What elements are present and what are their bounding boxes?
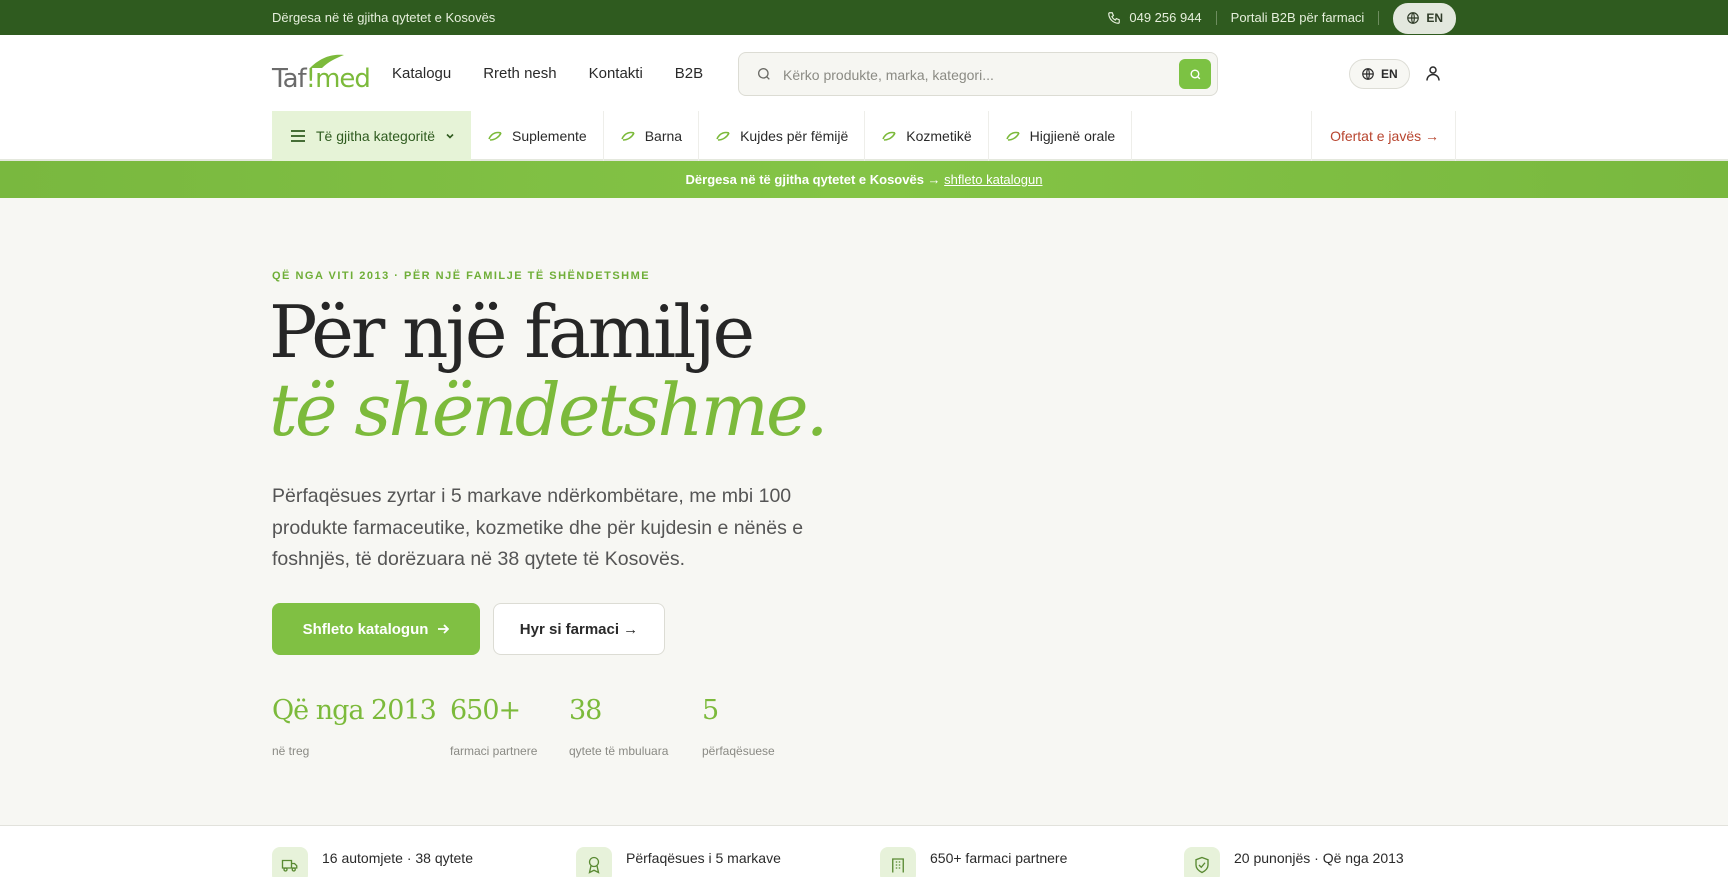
b2b-portal-link[interactable]: Portali B2B për farmaci [1231, 10, 1365, 25]
all-categories-label: Të gjitha kategoritë [316, 128, 436, 144]
stat-item: Që nga 2013 në treg [272, 695, 450, 758]
topbar-phone[interactable]: 049 256 944 [1107, 10, 1202, 25]
topbar-language-label: EN [1426, 11, 1443, 25]
nav-b2b[interactable]: B2B [675, 65, 703, 82]
category-kujdes-per-femije[interactable]: Kujdes për fëmijë [699, 111, 866, 161]
divider [1378, 10, 1380, 25]
header: Taf!med Katalogu Rreth nesh Kontakti B2B… [0, 35, 1728, 111]
logo-wordmark: Taf!med [272, 64, 371, 94]
language-label: EN [1381, 67, 1398, 81]
topbar-language-toggle[interactable]: EN [1393, 2, 1456, 34]
weekly-offers-link[interactable]: Ofertat e javës → [1311, 111, 1456, 161]
pill-icon [1005, 131, 1020, 141]
stat-number: 38 [569, 695, 602, 726]
divider [1215, 10, 1217, 25]
hero-title-line2: të shëndetshme. [269, 368, 828, 452]
hero-lead: Përfaqësues zyrtar i 5 markave ndërkombë… [272, 485, 804, 570]
shield-check-icon [1184, 847, 1220, 877]
building-icon [880, 847, 916, 877]
category-bar: Të gjitha kategoritë Suplemente Barna Ku… [0, 111, 1728, 161]
category-kozmetike[interactable]: Kozmetikë [865, 111, 989, 161]
feature-text: 650+ farmaci partnere [930, 850, 1068, 866]
hero-title-line1: Për një familje [269, 290, 755, 374]
search-icon [758, 68, 770, 80]
banner-text: Dërgesa në të gjitha qytetet e Kosovës → [685, 172, 941, 187]
arrow-right-icon [438, 624, 450, 634]
search-input[interactable] [783, 63, 1153, 87]
browse-catalog-label: Shfleto katalogun [302, 620, 429, 638]
feature-item: Përfaqësues i 5 markave [576, 847, 781, 877]
feature-text: Përfaqësues i 5 markave [626, 850, 781, 866]
stat-label: farmaci partnere [450, 744, 538, 758]
promo-banner: Dërgesa në të gjitha qytetet e Kosovës →… [0, 161, 1728, 198]
stat-number: 650+ [450, 695, 521, 726]
category-higjiene-orale[interactable]: Higjienë orale [989, 111, 1133, 161]
nav-katalogu[interactable]: Katalogu [392, 65, 451, 82]
nav-kontakti[interactable]: Kontakti [589, 65, 643, 82]
hero-eyebrow: QË NGA VITI 2013 · PËR NJË FAMILJE TË SH… [272, 270, 651, 282]
hero-stats: Që nga 2013 në treg 650+ farmaci partner… [272, 695, 802, 758]
browse-catalog-button[interactable]: Shfleto katalogun [272, 603, 480, 655]
pill-icon [716, 131, 730, 141]
pharmacy-login-button[interactable]: Hyr si farmaci → [493, 603, 665, 655]
chevron-down-icon [446, 133, 454, 139]
user-icon [1426, 66, 1440, 81]
features-strip: 16 automjete · 38 qytete Përfaqësues i 5… [0, 825, 1728, 877]
user-account-button[interactable] [1424, 63, 1442, 88]
search-button[interactable] [1179, 59, 1211, 89]
feature-item: 650+ farmaci partnere [880, 847, 1068, 877]
top-bar: Dërgesa në të gjitha qytetet e Kosovës 0… [0, 0, 1728, 35]
category-label: Suplemente [512, 128, 587, 144]
main-nav: Katalogu Rreth nesh Kontakti B2B [392, 65, 703, 82]
category-list: Suplemente Barna Kujdes për fëmijë Kozme… [471, 111, 1133, 161]
stat-number: Që nga 2013 [272, 695, 437, 726]
truck-icon [272, 847, 308, 877]
feature-text: 16 automjete · 38 qytete [322, 850, 473, 866]
phone-number: 049 256 944 [1129, 10, 1202, 25]
stat-label: në treg [272, 744, 310, 758]
feature-item: 16 automjete · 38 qytete [272, 847, 473, 877]
category-barna[interactable]: Barna [604, 111, 700, 161]
all-categories-button[interactable]: Të gjitha kategoritë [272, 111, 471, 161]
stat-item: 5 përfaqësuese [702, 695, 802, 758]
globe-icon [1407, 12, 1420, 24]
pharmacy-login-label: Hyr si farmaci → [519, 620, 639, 638]
nav-rreth-nesh[interactable]: Rreth nesh [483, 65, 556, 82]
stat-item: 650+ farmaci partnere [450, 695, 569, 758]
feature-item: 20 punonjës · Që nga 2013 [1184, 847, 1404, 877]
pill-icon [488, 131, 502, 141]
phone-icon [1108, 11, 1121, 24]
language-toggle[interactable]: EN [1349, 59, 1410, 89]
banner-link[interactable]: shfleto katalogun [944, 172, 1042, 187]
menu-icon [291, 130, 305, 142]
search-bar [738, 52, 1218, 96]
category-label: Kozmetikë [906, 128, 972, 144]
topbar-message: Dërgesa në të gjitha qytetet e Kosovës [272, 10, 496, 25]
search-icon [1189, 68, 1200, 79]
topbar-right: 049 256 944 Portali B2B për farmaci EN [1107, 2, 1456, 34]
category-label: Barna [644, 128, 683, 144]
globe-icon [1362, 68, 1374, 80]
category-suplemente[interactable]: Suplemente [471, 111, 604, 161]
feature-text: 20 punonjës · Që nga 2013 [1234, 850, 1404, 866]
stat-item: 38 qytete të mbuluara [569, 695, 702, 758]
category-label: Higjienë orale [1029, 128, 1116, 144]
pill-icon [620, 131, 635, 141]
logo[interactable]: Taf!med [272, 52, 371, 94]
stat-number: 5 [702, 695, 719, 726]
stat-label: përfaqësuese [702, 744, 775, 758]
stat-label: qytete të mbuluara [569, 744, 669, 758]
award-icon [576, 847, 612, 877]
category-label: Kujdes për fëmijë [740, 128, 849, 144]
pill-icon [882, 131, 896, 141]
